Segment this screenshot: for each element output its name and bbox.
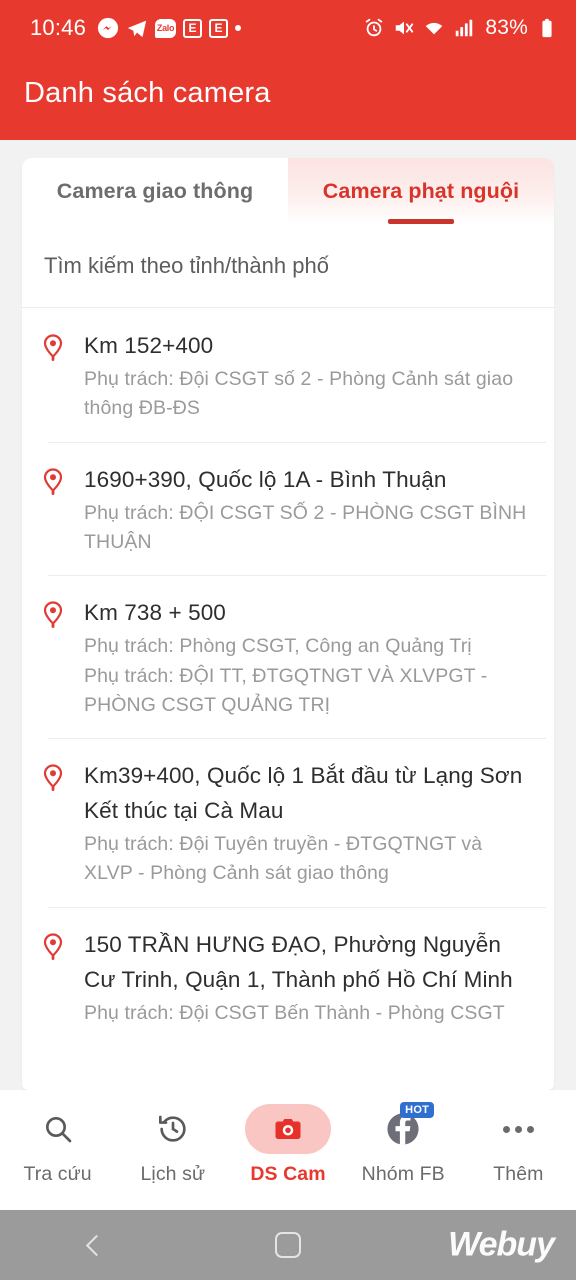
dot-icon [235, 25, 242, 31]
home-icon [275, 1232, 301, 1258]
app-root: 10:46 Zalo E E 83% Danh sách camera Came… [0, 0, 576, 1280]
camera-subtitle: Phụ trách: Đội CSGT Bến Thành - Phòng CS… [84, 1001, 505, 1024]
location-pin-icon [40, 927, 84, 1028]
tab-label: Camera phạt nguội [322, 178, 520, 203]
search-input[interactable]: Tìm kiếm theo tỉnh/thành phố [44, 253, 329, 279]
list-item-body: 150 TRẦN HƯNG ĐẠO, Phường Nguyễn Cư Trin… [84, 927, 534, 1028]
alarm-icon [363, 17, 385, 39]
nav-active-pill [245, 1104, 331, 1154]
battery-icon [536, 17, 558, 39]
camera-icon [245, 1104, 331, 1154]
app-e-icon: E [209, 18, 229, 38]
camera-title: 150 TRẦN HƯNG ĐẠO, Phường Nguyễn Cư Trin… [84, 931, 513, 992]
tab-active-indicator [388, 219, 454, 224]
nav-item-tra-cuu[interactable]: Tra cứu [0, 1104, 115, 1186]
search-icon [42, 1104, 74, 1154]
list-item[interactable]: Km 738 + 500 Phụ trách: Phòng CSGT, Công… [22, 575, 554, 738]
camera-title: Km39+400, Quốc lộ 1 Bắt đầu từ Lạng Sơn … [84, 763, 523, 824]
list-item-body: Km 152+400 Phụ trách: Đội CSGT số 2 - Ph… [84, 328, 534, 424]
location-pin-icon [40, 758, 84, 889]
list-item-body: 1690+390, Quốc lộ 1A - Bình Thuận Phụ tr… [84, 462, 534, 558]
tab-camera-giao-thong[interactable]: Camera giao thông [22, 158, 288, 224]
nav-label: Lịch sử [140, 1163, 206, 1185]
nav-label: Thêm [493, 1163, 544, 1185]
app-e-icon: E [183, 18, 203, 38]
content-card: Camera giao thông Camera phạt nguội Tìm … [22, 158, 554, 1090]
app-bar: Danh sách camera [0, 56, 576, 140]
webuy-watermark: Webuy [448, 1225, 555, 1264]
camera-subtitle: Phụ trách: Đội CSGT số 2 - Phòng Cảnh sá… [84, 368, 514, 420]
telegram-icon [126, 17, 148, 39]
system-navigation-bar: Webuy [0, 1210, 576, 1280]
camera-list: Km 152+400 Phụ trách: Đội CSGT số 2 - Ph… [22, 308, 554, 1047]
list-item-body: Km 738 + 500 Phụ trách: Phòng CSGT, Công… [84, 595, 534, 720]
messenger-icon [97, 17, 119, 39]
more-dots [502, 1125, 534, 1133]
tab-label: Camera giao thông [56, 178, 254, 203]
location-pin-icon [40, 595, 84, 720]
nav-label: DS Cam [250, 1163, 326, 1185]
nav-item-lich-su[interactable]: Lịch sử [115, 1104, 230, 1186]
nav-item-nhom-fb[interactable]: HOT Nhóm FB [346, 1102, 461, 1186]
location-pin-icon [40, 462, 84, 558]
bottom-navigation: Tra cứu Lịch sử DS Cam HOT Nhóm FB Thêm [0, 1090, 576, 1210]
camera-subtitle: Phụ trách: Phòng CSGT, Công an Quảng Trị [84, 635, 472, 658]
camera-title: 1690+390, Quốc lộ 1A - Bình Thuận [84, 466, 447, 492]
status-bar-notification-icons: Zalo E E [97, 17, 242, 39]
back-button[interactable] [0, 1234, 192, 1256]
status-bar-clock: 10:46 [30, 15, 87, 40]
zalo-icon: Zalo [155, 18, 177, 38]
battery-percent-label: 83% [485, 16, 528, 39]
facebook-icon: HOT [386, 1102, 435, 1154]
list-item[interactable]: Km39+400, Quốc lộ 1 Bắt đầu từ Lạng Sơn … [22, 738, 554, 907]
back-icon [85, 1234, 107, 1256]
tab-camera-phat-nguoi[interactable]: Camera phạt nguội [288, 158, 554, 224]
more-icon [502, 1104, 534, 1154]
signal-icon [453, 17, 475, 39]
search-row[interactable]: Tìm kiếm theo tỉnh/thành phố [22, 224, 554, 308]
home-button[interactable] [192, 1232, 384, 1258]
hot-badge: HOT [400, 1102, 435, 1118]
location-pin-icon [40, 328, 84, 424]
camera-title: Km 738 + 500 [84, 600, 226, 626]
page-title: Danh sách camera [24, 76, 271, 109]
camera-subtitle: Phụ trách: ĐỘI CSGT SỐ 2 - PHÒNG CSGT BÌ… [84, 501, 527, 553]
camera-subtitle: Phụ trách: Đội Tuyên truyền - ĐTGQTNGT v… [84, 833, 483, 885]
history-icon [157, 1104, 189, 1154]
list-item[interactable]: Km 152+400 Phụ trách: Đội CSGT số 2 - Ph… [22, 308, 554, 442]
nav-item-them[interactable]: Thêm [461, 1104, 576, 1186]
camera-title: Km 152+400 [84, 333, 214, 358]
page-content: Camera giao thông Camera phạt nguội Tìm … [0, 140, 576, 1090]
status-bar: 10:46 Zalo E E 83% [0, 0, 576, 56]
nav-label: Tra cứu [23, 1163, 92, 1185]
status-bar-system-icons: 83% [363, 16, 558, 40]
mute-icon [393, 17, 415, 39]
list-item-body: Km39+400, Quốc lộ 1 Bắt đầu từ Lạng Sơn … [84, 758, 534, 889]
nav-item-ds-cam[interactable]: DS Cam [230, 1104, 345, 1186]
tab-bar: Camera giao thông Camera phạt nguội [22, 158, 554, 224]
camera-subtitle: Phụ trách: ĐỘI TT, ĐTGQTNGT VÀ XLVPGT - … [84, 664, 488, 716]
wifi-icon [423, 17, 445, 39]
nav-label: Nhóm FB [361, 1163, 445, 1185]
list-item[interactable]: 1690+390, Quốc lộ 1A - Bình Thuận Phụ tr… [22, 441, 554, 576]
list-item[interactable]: 150 TRẦN HƯNG ĐẠO, Phường Nguyễn Cư Trin… [22, 906, 554, 1046]
